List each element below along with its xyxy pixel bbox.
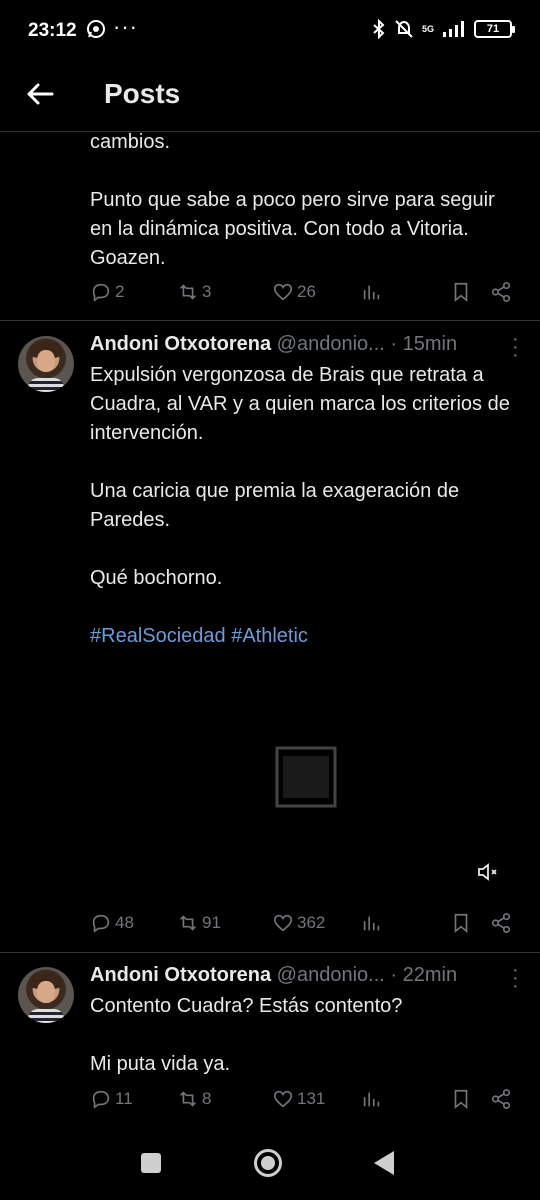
status-more-indicator: ··· <box>113 14 138 39</box>
avatar[interactable] <box>18 336 74 392</box>
repost-count: 3 <box>202 282 212 301</box>
share-button[interactable] <box>490 912 512 934</box>
reply-count: 2 <box>115 282 125 301</box>
repost-icon <box>180 1091 196 1107</box>
page-title: Posts <box>104 78 181 109</box>
whatsapp-icon <box>87 20 105 38</box>
bluetooth-icon <box>373 19 385 39</box>
home-button[interactable] <box>254 1149 282 1177</box>
repost-icon <box>180 284 196 300</box>
reply-count: 48 <box>115 913 134 932</box>
share-icon <box>491 913 511 933</box>
post-paragraph: Expulsión vergonzosa de Brais que retrat… <box>90 364 510 444</box>
post-header: Andoni Otxotorena @andonio... · 22min · ·… <box>90 960 530 996</box>
share-button[interactable] <box>490 1088 512 1110</box>
author-handle[interactable]: @andonio... <box>277 964 385 986</box>
post-hashtags[interactable]: #RealSociedad #Athletic <box>90 622 520 651</box>
share-icon <box>491 1089 511 1109</box>
reply-button[interactable]: 11 <box>90 1088 133 1110</box>
like-button[interactable]: 26 <box>272 281 316 303</box>
more-icon[interactable]: · · · <box>512 329 519 365</box>
repost-icon <box>180 915 196 931</box>
bookmark-button[interactable] <box>450 912 472 934</box>
views-icon <box>363 916 380 931</box>
post-actions: 11 8 131 <box>90 1088 520 1118</box>
battery-indicator: 71 <box>474 20 515 38</box>
like-button[interactable]: 131 <box>272 1088 325 1110</box>
reply-icon <box>92 1090 110 1109</box>
reply-icon <box>92 283 110 302</box>
system-back-button[interactable] <box>374 1151 394 1175</box>
author-name[interactable]: Andoni Otxotorena <box>90 964 271 986</box>
post-text[interactable]: Contento Cuadra? Estás contento? Mi puta… <box>90 992 520 1079</box>
more-icon[interactable]: · · · <box>512 960 519 996</box>
bookmark-icon <box>454 913 468 934</box>
post-time: · 22min <box>390 964 458 986</box>
like-button[interactable]: 362 <box>272 912 325 934</box>
share-icon <box>491 282 511 302</box>
bookmark-button[interactable] <box>450 281 472 303</box>
video-player[interactable] <box>0 680 540 900</box>
like-count: 362 <box>297 913 326 932</box>
post-paragraph: Contento Cuadra? Estás contento? <box>90 995 403 1017</box>
post-divider <box>0 952 540 953</box>
mute-bell-icon <box>395 20 413 38</box>
back-arrow-icon[interactable] <box>24 78 56 110</box>
post-paragraph: Una caricia que premia la exageración de… <box>90 480 460 531</box>
previous-post-text[interactable]: cambios. Punto que sabe a poco pero sirv… <box>90 128 520 273</box>
avatar[interactable] <box>18 967 74 1023</box>
post-paragraph: cambios. <box>90 131 171 153</box>
repost-count: 91 <box>202 913 221 932</box>
mute-icon[interactable] <box>476 860 500 884</box>
reply-button[interactable]: 48 <box>90 912 134 934</box>
repost-count: 8 <box>202 1089 212 1108</box>
reply-count: 11 <box>115 1089 133 1108</box>
post-paragraph: Qué bochorno. <box>90 567 223 589</box>
author-name[interactable]: Andoni Otxotorena <box>90 333 271 355</box>
views-icon <box>363 285 380 300</box>
status-time: 23:12 <box>28 20 77 41</box>
status-bar: 23:12 ··· 5G 71 <box>0 0 540 62</box>
post-header: Andoni Otxotorena @andonio... · 15min · ·… <box>90 329 530 365</box>
like-icon <box>273 283 293 301</box>
post-paragraph: Punto que sabe a poco pero sirve para se… <box>90 189 495 269</box>
bookmark-icon <box>454 282 468 303</box>
reply-icon <box>92 914 110 933</box>
post-paragraph: Mi puta vida ya. <box>90 1053 231 1075</box>
author-handle[interactable]: @andonio... <box>277 333 385 355</box>
system-navigation-bar <box>0 1128 540 1200</box>
signal-icon <box>443 21 464 37</box>
views-button[interactable] <box>360 281 382 303</box>
post-actions: 48 91 362 <box>90 912 520 942</box>
like-icon <box>273 1090 293 1108</box>
post-actions: 2 3 26 <box>90 281 520 311</box>
top-app-bar: Posts <box>0 62 540 132</box>
like-count: 131 <box>297 1089 326 1108</box>
share-button[interactable] <box>490 281 512 303</box>
repost-button[interactable]: 91 <box>177 912 221 934</box>
repost-button[interactable]: 8 <box>177 1088 211 1110</box>
views-button[interactable] <box>360 912 382 934</box>
bookmark-button[interactable] <box>450 1088 472 1110</box>
reply-button[interactable]: 2 <box>90 281 124 303</box>
video-logo <box>275 746 337 808</box>
bookmark-icon <box>454 1089 468 1110</box>
status-icons: 5G 71 <box>372 19 515 39</box>
like-icon <box>273 914 293 932</box>
repost-button[interactable]: 3 <box>177 281 211 303</box>
post-text[interactable]: Expulsión vergonzosa de Brais que retrat… <box>90 361 520 651</box>
post-divider <box>0 320 540 321</box>
post-time: · 15min <box>390 333 458 355</box>
views-button[interactable] <box>360 1088 382 1110</box>
network-type: 5G <box>421 23 434 34</box>
recents-button[interactable] <box>141 1153 161 1173</box>
like-count: 26 <box>297 282 316 301</box>
views-icon <box>363 1092 380 1107</box>
